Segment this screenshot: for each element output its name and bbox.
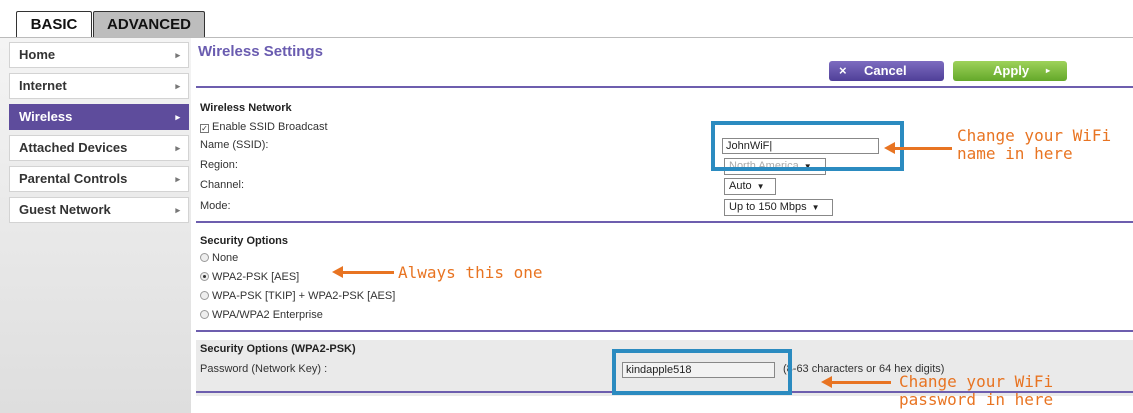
security-option-label: WPA-PSK [TKIP] + WPA2-PSK [AES]	[212, 290, 396, 302]
radio-wpa-wpa2-mixed[interactable]	[200, 291, 209, 300]
channel-select[interactable]: Auto ▼	[724, 178, 776, 195]
channel-label: Channel:	[200, 179, 245, 191]
wpa2-heading: Security Options (WPA2-PSK)	[200, 343, 356, 355]
sidebar-item-wireless[interactable]: Wireless ▸	[9, 104, 189, 130]
password-note: Change your WiFi password in here	[899, 373, 1053, 409]
sidebar-item-label: Internet	[19, 78, 67, 93]
password-highlight-box	[612, 349, 792, 395]
channel-value: Auto	[729, 180, 752, 192]
security-option-none[interactable]: None	[200, 252, 238, 264]
security-option-wpa-wpa2-mixed[interactable]: WPA-PSK [TKIP] + WPA2-PSK [AES]	[200, 290, 395, 302]
chevron-down-icon: ▼	[756, 182, 765, 191]
cancel-label: Cancel	[864, 63, 907, 78]
password-note-line: password in here	[899, 390, 1054, 409]
mode-label: Mode:	[200, 200, 231, 212]
close-icon: ×	[839, 63, 847, 78]
chevron-right-icon: ▸	[175, 112, 180, 122]
password-note-line: Change your WiFi	[899, 372, 1054, 391]
security-option-enterprise[interactable]: WPA/WPA2 Enterprise	[200, 309, 323, 321]
tab-advanced[interactable]: ADVANCED	[93, 11, 205, 37]
sidebar-item-guest-network[interactable]: Guest Network ▸	[9, 197, 189, 223]
mode-value: Up to 150 Mbps	[729, 201, 807, 213]
apply-label: Apply	[993, 63, 1030, 78]
sidebar: Home ▸ Internet ▸ Wireless ▸ Attached De…	[0, 38, 191, 413]
tab-bar: BASIC ADVANCED	[0, 0, 1133, 38]
ssid-highlight-box	[711, 121, 904, 171]
chevron-right-icon: ▸	[175, 50, 180, 60]
play-icon: ▸	[1046, 66, 1051, 75]
wireless-network-heading: Wireless Network	[200, 102, 292, 114]
sidebar-item-label: Wireless	[19, 109, 73, 124]
enable-ssid-label: Enable SSID Broadcast	[212, 121, 328, 133]
security-options-heading: Security Options	[200, 235, 289, 247]
security-arrow-line	[342, 271, 394, 274]
security-divider	[196, 330, 1133, 332]
sidebar-item-parental-controls[interactable]: Parental Controls ▸	[9, 166, 189, 192]
security-option-wpa2-psk-aes[interactable]: WPA2-PSK [AES]	[200, 271, 299, 283]
sidebar-item-label: Attached Devices	[19, 140, 128, 155]
password-label: Password (Network Key) :	[200, 363, 328, 375]
header-divider	[196, 86, 1133, 88]
ssid-note: Change your WiFi name in here	[957, 127, 1111, 163]
enable-ssid-checkbox[interactable]: ✓	[200, 124, 209, 133]
radio-wpa2-psk-aes[interactable]	[200, 272, 209, 281]
password-arrow-line	[831, 381, 891, 384]
apply-button[interactable]: Apply ▸	[953, 61, 1067, 81]
security-note: Always this one	[398, 263, 543, 282]
radio-none[interactable]	[200, 253, 209, 262]
chevron-right-icon: ▸	[175, 81, 180, 91]
page-title: Wireless Settings	[198, 43, 323, 60]
security-option-label: WPA2-PSK [AES]	[212, 271, 300, 283]
radio-enterprise[interactable]	[200, 310, 209, 319]
ssid-arrow-line	[894, 147, 952, 150]
security-option-label: WPA/WPA2 Enterprise	[212, 309, 323, 321]
chevron-right-icon: ▸	[175, 174, 180, 184]
ssid-label: Name (SSID):	[200, 139, 269, 151]
tab-basic[interactable]: BASIC	[16, 11, 92, 37]
sidebar-item-internet[interactable]: Internet ▸	[9, 73, 189, 99]
ssid-note-line: Change your WiFi	[957, 126, 1112, 145]
sidebar-item-label: Parental Controls	[19, 171, 128, 186]
ssid-note-line: name in here	[957, 144, 1073, 163]
mode-select[interactable]: Up to 150 Mbps ▼	[724, 199, 833, 216]
enable-ssid-row[interactable]: ✓ Enable SSID Broadcast	[200, 121, 328, 133]
chevron-right-icon: ▸	[175, 143, 180, 153]
sidebar-item-attached-devices[interactable]: Attached Devices ▸	[9, 135, 189, 161]
chevron-right-icon: ▸	[175, 205, 180, 215]
cancel-button[interactable]: × Cancel	[829, 61, 944, 81]
sidebar-item-home[interactable]: Home ▸	[9, 42, 189, 68]
sidebar-item-label: Home	[19, 47, 56, 62]
region-label: Region:	[200, 159, 238, 171]
sidebar-item-label: Guest Network	[19, 202, 111, 217]
wireless-divider	[196, 221, 1133, 223]
security-option-label: None	[212, 252, 239, 264]
chevron-down-icon: ▼	[811, 203, 820, 212]
